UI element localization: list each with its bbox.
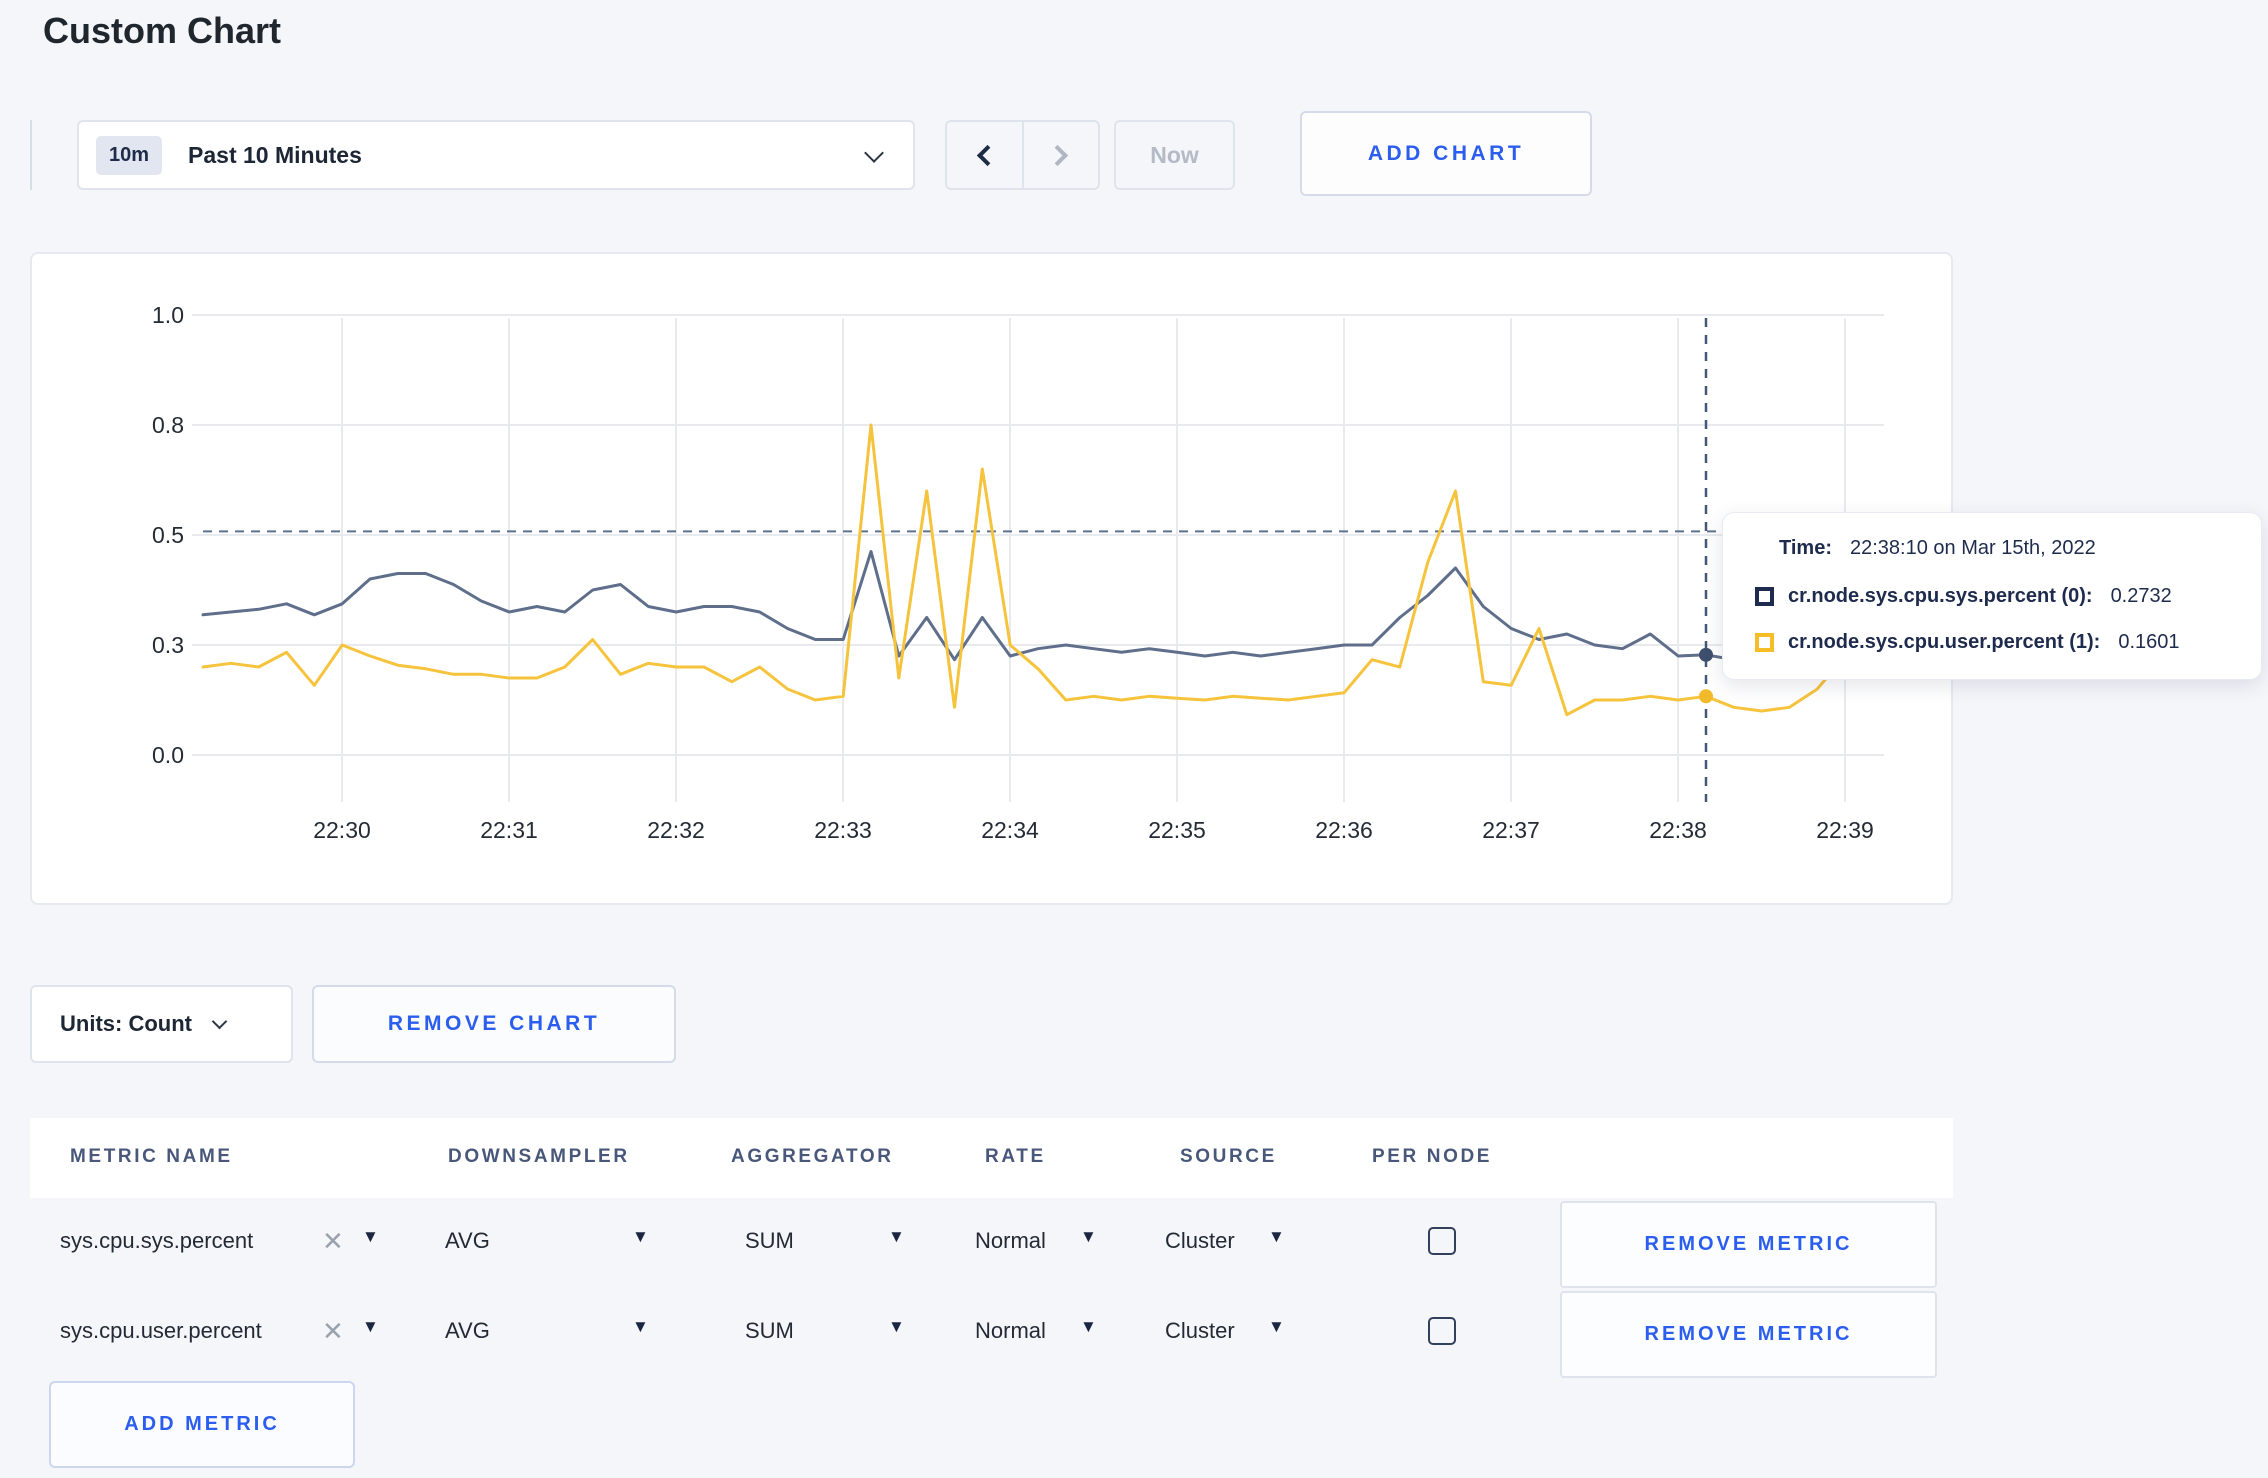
- chart-tooltip: Time: 22:38:10 on Mar 15th, 2022 cr.node…: [1722, 512, 2262, 680]
- tooltip-series-user-value: 0.1601: [2118, 631, 2180, 653]
- chevron-left-icon: [976, 144, 998, 166]
- x-axis-tick-label: 22:34: [981, 817, 1039, 843]
- series-line: [201, 423, 1875, 717]
- column-header-downsampler: DOWNSAMPLER: [448, 1146, 630, 1167]
- source-select[interactable]: Cluster: [1165, 1228, 1235, 1254]
- caret-down-icon[interactable]: ▼: [888, 1228, 905, 1245]
- caret-down-icon[interactable]: ▼: [632, 1318, 649, 1335]
- caret-down-icon[interactable]: ▼: [1080, 1318, 1097, 1335]
- y-axis-tick-label: 1.0: [152, 302, 184, 328]
- add-chart-button[interactable]: ADD CHART: [1300, 111, 1592, 196]
- x-axis-tick-label: 22:32: [647, 817, 705, 843]
- caret-down-icon[interactable]: ▼: [1268, 1228, 1285, 1245]
- metric-name-select[interactable]: sys.cpu.user.percent: [60, 1318, 262, 1344]
- remove-metric-button[interactable]: REMOVE METRIC: [1560, 1291, 1937, 1378]
- custom-chart-page: Custom Chart 10m Past 10 Minutes Now ADD…: [0, 0, 2268, 1478]
- x-axis-tick-label: 22:31: [480, 817, 538, 843]
- caret-down-icon[interactable]: ▼: [1080, 1228, 1097, 1245]
- aggregator-select[interactable]: SUM: [745, 1228, 794, 1254]
- x-axis-tick-label: 22:37: [1482, 817, 1540, 843]
- time-back-button[interactable]: [947, 122, 1024, 188]
- source-select[interactable]: Cluster: [1165, 1318, 1235, 1344]
- x-axis-tick-label: 22:38: [1649, 817, 1707, 843]
- per-node-checkbox[interactable]: [1428, 1227, 1456, 1255]
- clear-metric-icon[interactable]: ✕: [322, 1228, 344, 1254]
- chevron-down-icon: [211, 1013, 228, 1029]
- chevron-right-icon: [1047, 144, 1069, 166]
- units-select[interactable]: Units: Count: [30, 985, 293, 1063]
- column-header-source: SOURCE: [1180, 1146, 1277, 1167]
- clear-metric-icon[interactable]: ✕: [322, 1318, 344, 1344]
- hover-point-dot: [1698, 689, 1713, 704]
- y-axis-tick-label: 0.0: [152, 742, 184, 768]
- series-sys-swatch-icon: [1755, 587, 1774, 606]
- caret-down-icon[interactable]: ▼: [632, 1228, 649, 1245]
- aggregator-select[interactable]: SUM: [745, 1318, 794, 1344]
- caret-down-icon[interactable]: ▼: [362, 1228, 379, 1245]
- toolbar-divider: [30, 120, 32, 190]
- time-range-badge: 10m: [96, 135, 163, 175]
- x-axis-tick-label: 22:36: [1315, 817, 1373, 843]
- downsampler-select[interactable]: AVG: [445, 1318, 490, 1344]
- y-axis-tick-label: 0.3: [152, 632, 184, 658]
- page-title: Custom Chart: [43, 10, 282, 51]
- add-metric-button[interactable]: ADD METRIC: [49, 1381, 355, 1468]
- caret-down-icon[interactable]: ▼: [1268, 1318, 1285, 1335]
- rate-select[interactable]: Normal: [975, 1228, 1046, 1254]
- rate-select[interactable]: Normal: [975, 1318, 1046, 1344]
- tooltip-series-user-label: cr.node.sys.cpu.user.percent (1):: [1788, 631, 2101, 653]
- remove-chart-button[interactable]: REMOVE CHART: [312, 985, 676, 1063]
- metric-name-select[interactable]: sys.cpu.sys.percent: [60, 1228, 253, 1254]
- chart-card: 0.0 0.3 0.5 0.8 1.0 22:30 22:31 22:32 22:33 22:34…: [30, 252, 1953, 905]
- caret-down-icon[interactable]: ▼: [362, 1318, 379, 1335]
- tooltip-series-sys-value: 0.2732: [2110, 585, 2172, 607]
- per-node-checkbox[interactable]: [1428, 1317, 1456, 1345]
- x-axis-tick-label: 22:33: [814, 817, 872, 843]
- x-axis-tick-label: 22:35: [1148, 817, 1206, 843]
- downsampler-select[interactable]: AVG: [445, 1228, 490, 1254]
- tooltip-series-sys-label: cr.node.sys.cpu.sys.percent (0):: [1788, 585, 2093, 607]
- x-axis-tick-label: 22:30: [313, 817, 371, 843]
- time-range-label: Past 10 Minutes: [188, 141, 362, 168]
- tooltip-time-value: 22:38:10 on Mar 15th, 2022: [1849, 537, 2096, 559]
- tooltip-time-label: Time:: [1779, 537, 1832, 559]
- now-button[interactable]: Now: [1114, 120, 1235, 190]
- x-axis-tick-label: 22:39: [1816, 817, 1874, 843]
- column-header-metric-name: METRIC NAME: [70, 1146, 233, 1167]
- column-header-per-node: PER NODE: [1372, 1146, 1493, 1167]
- chevron-down-icon: [864, 143, 884, 163]
- series-line: [201, 550, 1875, 662]
- remove-metric-button[interactable]: REMOVE METRIC: [1560, 1201, 1937, 1288]
- units-label: Units: Count: [60, 1011, 192, 1036]
- time-range-select[interactable]: 10m Past 10 Minutes: [77, 120, 915, 190]
- column-header-aggregator: AGGREGATOR: [731, 1146, 894, 1167]
- y-axis-tick-label: 0.8: [152, 412, 184, 438]
- column-header-rate: RATE: [985, 1146, 1046, 1167]
- time-forward-button[interactable]: [1024, 122, 1099, 188]
- caret-down-icon[interactable]: ▼: [888, 1318, 905, 1335]
- custom-chart-plot[interactable]: 0.0 0.3 0.5 0.8 1.0 22:30 22:31 22:32 22:33 22:34…: [32, 254, 1955, 907]
- y-axis-tick-label: 0.5: [152, 522, 184, 548]
- series-user-swatch-icon: [1755, 633, 1774, 652]
- time-nav-group: [945, 120, 1100, 190]
- hover-point-dot: [1698, 647, 1713, 662]
